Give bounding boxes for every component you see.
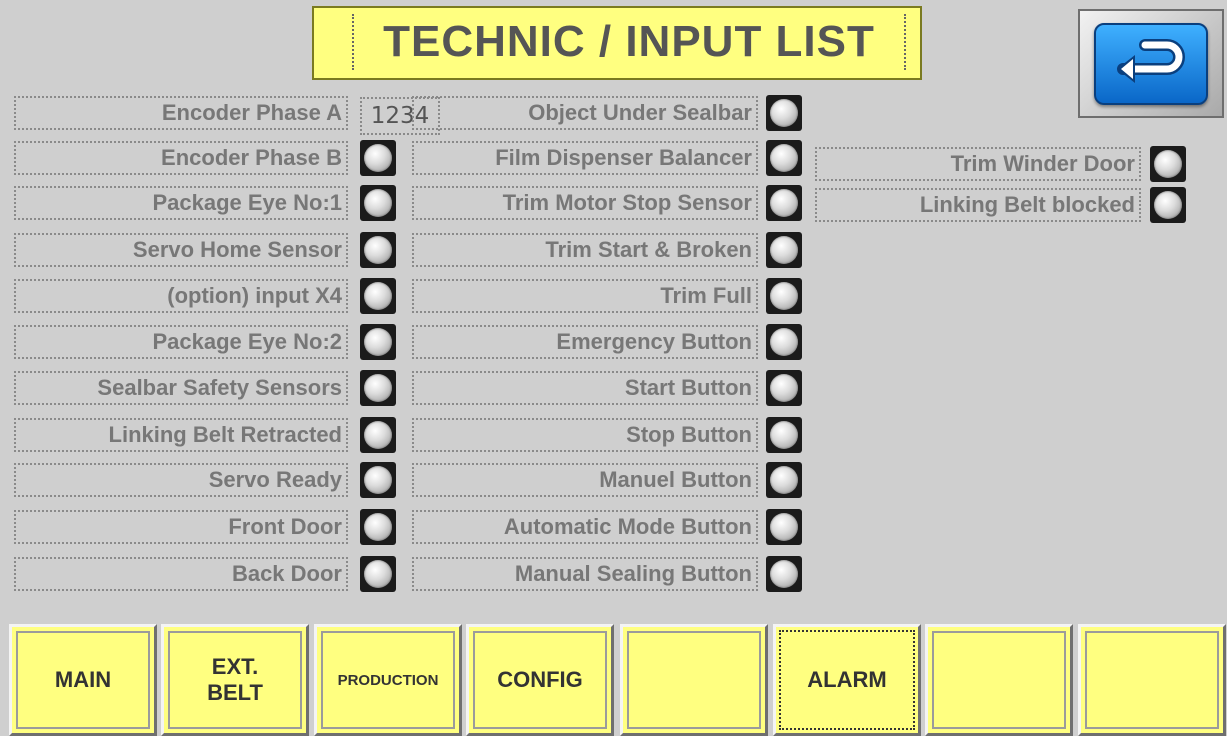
input-label-encoder-phase-a: Encoder Phase A <box>14 96 348 130</box>
nav-button-config[interactable]: CONFIG <box>466 624 614 736</box>
input-indicator-lamp-sealbar-safety-sensors <box>360 370 396 406</box>
input-label-sealbar-safety-sensors: Sealbar Safety Sensors <box>14 371 348 405</box>
input-indicator-lamp-start-button <box>766 370 802 406</box>
input-label-encoder-phase-b: Encoder Phase B <box>14 141 348 175</box>
input-label-start-button: Start Button <box>412 371 758 405</box>
input-indicator-lamp-trim-start-broken <box>766 232 802 268</box>
input-label-object-under-sealbar: Object Under Sealbar <box>412 96 758 130</box>
input-indicator-lamp-emergency-button <box>766 324 802 360</box>
input-indicator-lamp-linking-belt-blocked <box>1150 187 1186 223</box>
input-indicator-lamp-automatic-mode-button <box>766 509 802 545</box>
input-label-package-eye-no-2: Package Eye No:2 <box>14 325 348 359</box>
input-indicator-lamp-trim-winder-door <box>1150 146 1186 182</box>
input-indicator-lamp-package-eye-no-1 <box>360 185 396 221</box>
input-indicator-lamp-servo-home-sensor <box>360 232 396 268</box>
nav-button-empty-4[interactable] <box>620 624 768 736</box>
input-label-film-dispenser-balancer: Film Dispenser Balancer <box>412 141 758 175</box>
page-title: TECHNIC / INPUT LIST <box>352 14 906 70</box>
input-indicator-lamp-manuel-button <box>766 462 802 498</box>
input-indicator-lamp-film-dispenser-balancer <box>766 140 802 176</box>
input-indicator-lamp-linking-belt-retracted <box>360 417 396 453</box>
input-label-package-eye-no-1: Package Eye No:1 <box>14 186 348 220</box>
input-indicator-lamp-package-eye-no-2 <box>360 324 396 360</box>
input-label-emergency-button: Emergency Button <box>412 325 758 359</box>
input-indicator-lamp-servo-ready <box>360 462 396 498</box>
nav-button-empty-7[interactable] <box>1078 624 1226 736</box>
input-label-option-input-x4: (option) input X4 <box>14 279 348 313</box>
input-label-manuel-button: Manuel Button <box>412 463 758 497</box>
input-label-linking-belt-blocked: Linking Belt blocked <box>815 188 1141 222</box>
input-label-servo-home-sensor: Servo Home Sensor <box>14 233 348 267</box>
input-label-linking-belt-retracted: Linking Belt Retracted <box>14 418 348 452</box>
input-indicator-lamp-trim-motor-stop-sensor <box>766 185 802 221</box>
nav-button-production[interactable]: PRODUCTION <box>314 624 462 736</box>
input-indicator-lamp-option-input-x4 <box>360 278 396 314</box>
return-arrow-icon <box>1094 22 1208 105</box>
input-indicator-lamp-manual-sealing-button <box>766 556 802 592</box>
nav-button-empty-6[interactable] <box>925 624 1073 736</box>
input-label-trim-winder-door: Trim Winder Door <box>815 147 1141 181</box>
input-label-front-door: Front Door <box>14 510 348 544</box>
page-title-box: TECHNIC / INPUT LIST <box>312 6 922 80</box>
nav-button-alarm[interactable]: ALARM <box>773 624 921 736</box>
input-label-automatic-mode-button: Automatic Mode Button <box>412 510 758 544</box>
input-indicator-lamp-front-door <box>360 509 396 545</box>
input-indicator-lamp-encoder-phase-b <box>360 140 396 176</box>
input-indicator-lamp-stop-button <box>766 417 802 453</box>
input-label-manual-sealing-button: Manual Sealing Button <box>412 557 758 591</box>
input-label-servo-ready: Servo Ready <box>14 463 348 497</box>
back-button[interactable] <box>1078 9 1224 118</box>
input-indicator-lamp-trim-full <box>766 278 802 314</box>
input-label-trim-full: Trim Full <box>412 279 758 313</box>
input-label-trim-motor-stop-sensor: Trim Motor Stop Sensor <box>412 186 758 220</box>
nav-button-ext-belt[interactable]: EXT. BELT <box>161 624 309 736</box>
input-label-trim-start-broken: Trim Start & Broken <box>412 233 758 267</box>
input-indicator-lamp-back-door <box>360 556 396 592</box>
input-indicator-lamp-object-under-sealbar <box>766 95 802 131</box>
nav-button-main[interactable]: MAIN <box>9 624 157 736</box>
input-label-stop-button: Stop Button <box>412 418 758 452</box>
input-label-back-door: Back Door <box>14 557 348 591</box>
